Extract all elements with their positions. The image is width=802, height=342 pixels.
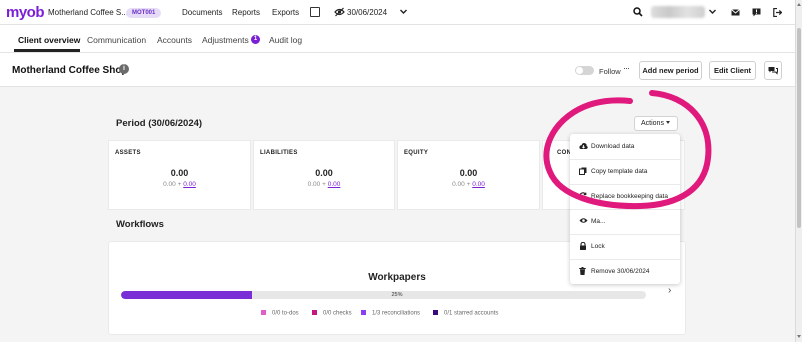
- stat-plus: +: [322, 181, 326, 188]
- stat-plus: +: [177, 181, 182, 188]
- top-navigation: myob Motherland Coffee S... MOT001 Docum…: [0, 0, 802, 25]
- alert-message-icon[interactable]: [752, 8, 761, 17]
- follow-toggle[interactable]: [575, 66, 594, 75]
- legend-starred-accounts[interactable]: 0/1 starred accounts: [433, 310, 498, 317]
- stat-label: LIABILITIES: [260, 150, 298, 156]
- actions-button[interactable]: Actions: [634, 116, 678, 131]
- mail-icon[interactable]: [731, 8, 740, 17]
- calendar-icon[interactable]: [310, 7, 320, 17]
- scroll-thumb[interactable]: [797, 28, 801, 228]
- legend-swatch: [312, 310, 317, 315]
- user-account-name[interactable]: [651, 6, 705, 18]
- stat-value: 0.00: [459, 168, 478, 178]
- stat-card-liabilities: LIABILITIES 0.00 0.00 + 0.00: [253, 140, 395, 210]
- client-code-badge: MOT001: [126, 8, 162, 18]
- nav-reports[interactable]: Reports: [232, 8, 260, 17]
- next-workflow-button[interactable]: ›: [668, 285, 671, 296]
- actions-menu: Download data Copy template data Replace…: [570, 134, 680, 284]
- legend-reconciliations[interactable]: 1/3 reconciliations: [361, 310, 420, 317]
- stat-adjustment-link[interactable]: 0.00: [472, 181, 485, 188]
- legend-label: 1/3 reconciliations: [372, 310, 421, 317]
- stat-value: 0.00: [170, 168, 189, 178]
- nav-documents[interactable]: Documents: [182, 8, 222, 17]
- chevron-down-icon: [666, 121, 670, 124]
- menu-item-label: Lock: [591, 243, 605, 250]
- nav-exports[interactable]: Exports: [272, 8, 299, 17]
- stat-adjustment-link[interactable]: 0.00: [328, 181, 341, 188]
- menu-item-label: Remove 30/06/2024: [591, 268, 650, 275]
- more-options-button[interactable]: ···: [623, 63, 630, 73]
- stat-breakdown: 0.00 + 0.00: [254, 181, 394, 188]
- legend-swatch: [361, 310, 366, 315]
- scroll-up-icon[interactable]: [797, 3, 801, 6]
- tab-communication[interactable]: Communication: [87, 35, 146, 45]
- progress-percent: 25%: [391, 292, 403, 298]
- copy-icon: [579, 167, 587, 175]
- lock-icon: [580, 242, 586, 250]
- trash-icon: [579, 267, 586, 275]
- logout-icon[interactable]: [773, 8, 782, 17]
- client-switcher[interactable]: Motherland Coffee S...: [48, 8, 128, 17]
- adjustments-count-badge: 1: [251, 35, 260, 44]
- tab-adjustments[interactable]: Adjustments: [202, 35, 249, 45]
- tab-audit-log[interactable]: Audit log: [269, 35, 302, 45]
- stat-card-equity: EQUITY 0.00 0.00 + 0.00: [397, 140, 540, 210]
- legend-label: 0/0 to-dos: [272, 310, 299, 317]
- period-date-selector[interactable]: 30/06/2024: [347, 8, 387, 17]
- legend-swatch: [261, 310, 266, 315]
- legend-todos[interactable]: 0/0 to-dos: [261, 310, 299, 317]
- tab-accounts[interactable]: Accounts: [157, 35, 192, 45]
- stat-base: 0.00: [452, 181, 465, 188]
- legend-label: 0/0 checks: [323, 310, 352, 317]
- stat-breakdown: 0.00 + 0.00: [398, 181, 539, 188]
- menu-item-replace-bookkeeping-data[interactable]: Replace bookkeeping data: [570, 184, 680, 209]
- eye-icon: [579, 218, 588, 223]
- menu-item-copy-template-data[interactable]: Copy template data: [570, 159, 680, 184]
- chat-icon: [768, 67, 778, 75]
- chevron-down-icon[interactable]: [708, 7, 717, 16]
- page-header: Motherland Coffee Shop i Follow ··· Add …: [0, 53, 802, 87]
- menu-item-lock[interactable]: Lock: [570, 234, 680, 259]
- menu-item-label: Replace bookkeeping data: [591, 193, 668, 200]
- menu-item-label: Download data: [591, 143, 635, 150]
- menu-item-label: Copy template data: [591, 168, 648, 175]
- period-title: Period (30/06/2024): [116, 118, 203, 129]
- cloud-download-icon: [579, 143, 588, 149]
- tab-client-overview[interactable]: Client overview: [18, 35, 80, 45]
- stat-base: 0.00: [307, 181, 321, 188]
- stat-breakdown: 0.00 + 0.00: [109, 181, 250, 188]
- menu-item-remove-period[interactable]: Remove 30/06/2024: [570, 259, 680, 284]
- stat-value: 0.00: [315, 168, 333, 178]
- actions-label: Actions: [641, 120, 664, 127]
- client-tabs: Client overview Communication Accounts A…: [0, 25, 802, 53]
- chat-button[interactable]: [764, 61, 782, 80]
- menu-item-download-data[interactable]: Download data: [570, 134, 680, 159]
- chevron-down-icon[interactable]: [399, 7, 408, 16]
- add-new-period-button[interactable]: Add new period: [639, 61, 702, 80]
- info-icon[interactable]: i: [119, 64, 129, 74]
- legend-label: 0/1 starred accounts: [444, 310, 499, 317]
- menu-item-partially-hidden[interactable]: Ma...: [570, 209, 680, 234]
- stat-card-assets: ASSETS 0.00 0.00 + 0.00: [108, 140, 251, 210]
- refresh-icon: [579, 192, 587, 200]
- workflows-title: Workflows: [116, 219, 164, 230]
- stat-label: ASSETS: [115, 150, 141, 156]
- myob-logo[interactable]: myob: [6, 4, 45, 21]
- stat-base: 0.00: [163, 181, 176, 188]
- search-icon[interactable]: [633, 7, 643, 17]
- legend-swatch: [433, 310, 438, 315]
- legend-checks[interactable]: 0/0 checks: [312, 310, 352, 317]
- stat-label: EQUITY: [404, 150, 429, 156]
- page-title: Motherland Coffee Shop: [12, 65, 128, 76]
- edit-client-button[interactable]: Edit Client: [709, 61, 756, 80]
- stat-adjustment-link[interactable]: 0.00: [183, 181, 196, 188]
- menu-item-label: Ma...: [591, 218, 606, 225]
- scroll-down-icon[interactable]: [797, 335, 801, 338]
- follow-label: Follow: [599, 67, 621, 76]
- page-scrollbar[interactable]: [795, 0, 802, 342]
- active-tab-indicator: [14, 49, 80, 52]
- eye-off-icon[interactable]: [334, 7, 345, 17]
- stat-plus: +: [466, 181, 471, 188]
